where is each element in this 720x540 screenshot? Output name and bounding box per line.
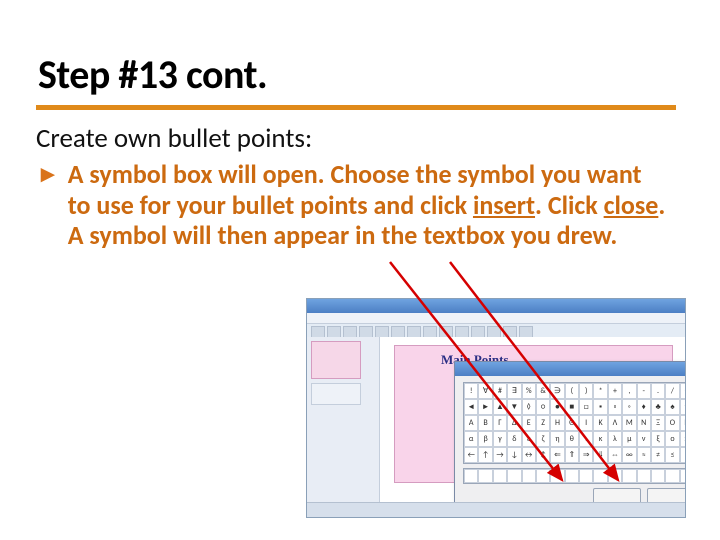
slide: Step #13 cont. Create own bullet points:… xyxy=(0,0,720,251)
workspace: Main Points !∀#∃%&∋()*+,-./0 ◄►▲▼◊○●■□▪▫… xyxy=(307,337,685,503)
slide-panel xyxy=(307,337,380,503)
slide-thumbnail xyxy=(311,383,361,405)
title-underline xyxy=(36,105,676,110)
editor-canvas: Main Points !∀#∃%&∋()*+,-./0 ◄►▲▼◊○●■□▪▫… xyxy=(380,337,685,503)
insert-word: insert xyxy=(473,189,535,221)
embedded-screenshot: Main Points !∀#∃%&∋()*+,-./0 ◄►▲▼◊○●■□▪▫… xyxy=(306,298,686,518)
menubar xyxy=(307,313,685,324)
bullet-marker: ► xyxy=(36,159,60,189)
window-titlebar xyxy=(307,299,685,313)
slide-thumbnail xyxy=(311,341,361,379)
dialog-titlebar xyxy=(455,362,686,376)
page-title: Step #13 cont. xyxy=(38,50,680,99)
close-word: close xyxy=(604,189,659,221)
symbol-grid: !∀#∃%&∋()*+,-./0 ◄►▲▼◊○●■□▪▫◦♦♣♠♥ ΑΒΓΔΕΖ… xyxy=(463,382,686,464)
statusbar xyxy=(307,502,685,517)
bullet-row: ► A symbol box will open. Choose the sym… xyxy=(36,159,680,251)
body-text: A symbol box will open. Choose the symbo… xyxy=(68,159,668,251)
intro-text: Create own bullet points: xyxy=(36,122,680,155)
recent-symbols xyxy=(463,468,686,484)
body-seg2: . Click xyxy=(535,189,604,221)
symbol-dialog: !∀#∃%&∋()*+,-./0 ◄►▲▼◊○●■□▪▫◦♦♣♠♥ ΑΒΓΔΕΖ… xyxy=(454,361,686,513)
